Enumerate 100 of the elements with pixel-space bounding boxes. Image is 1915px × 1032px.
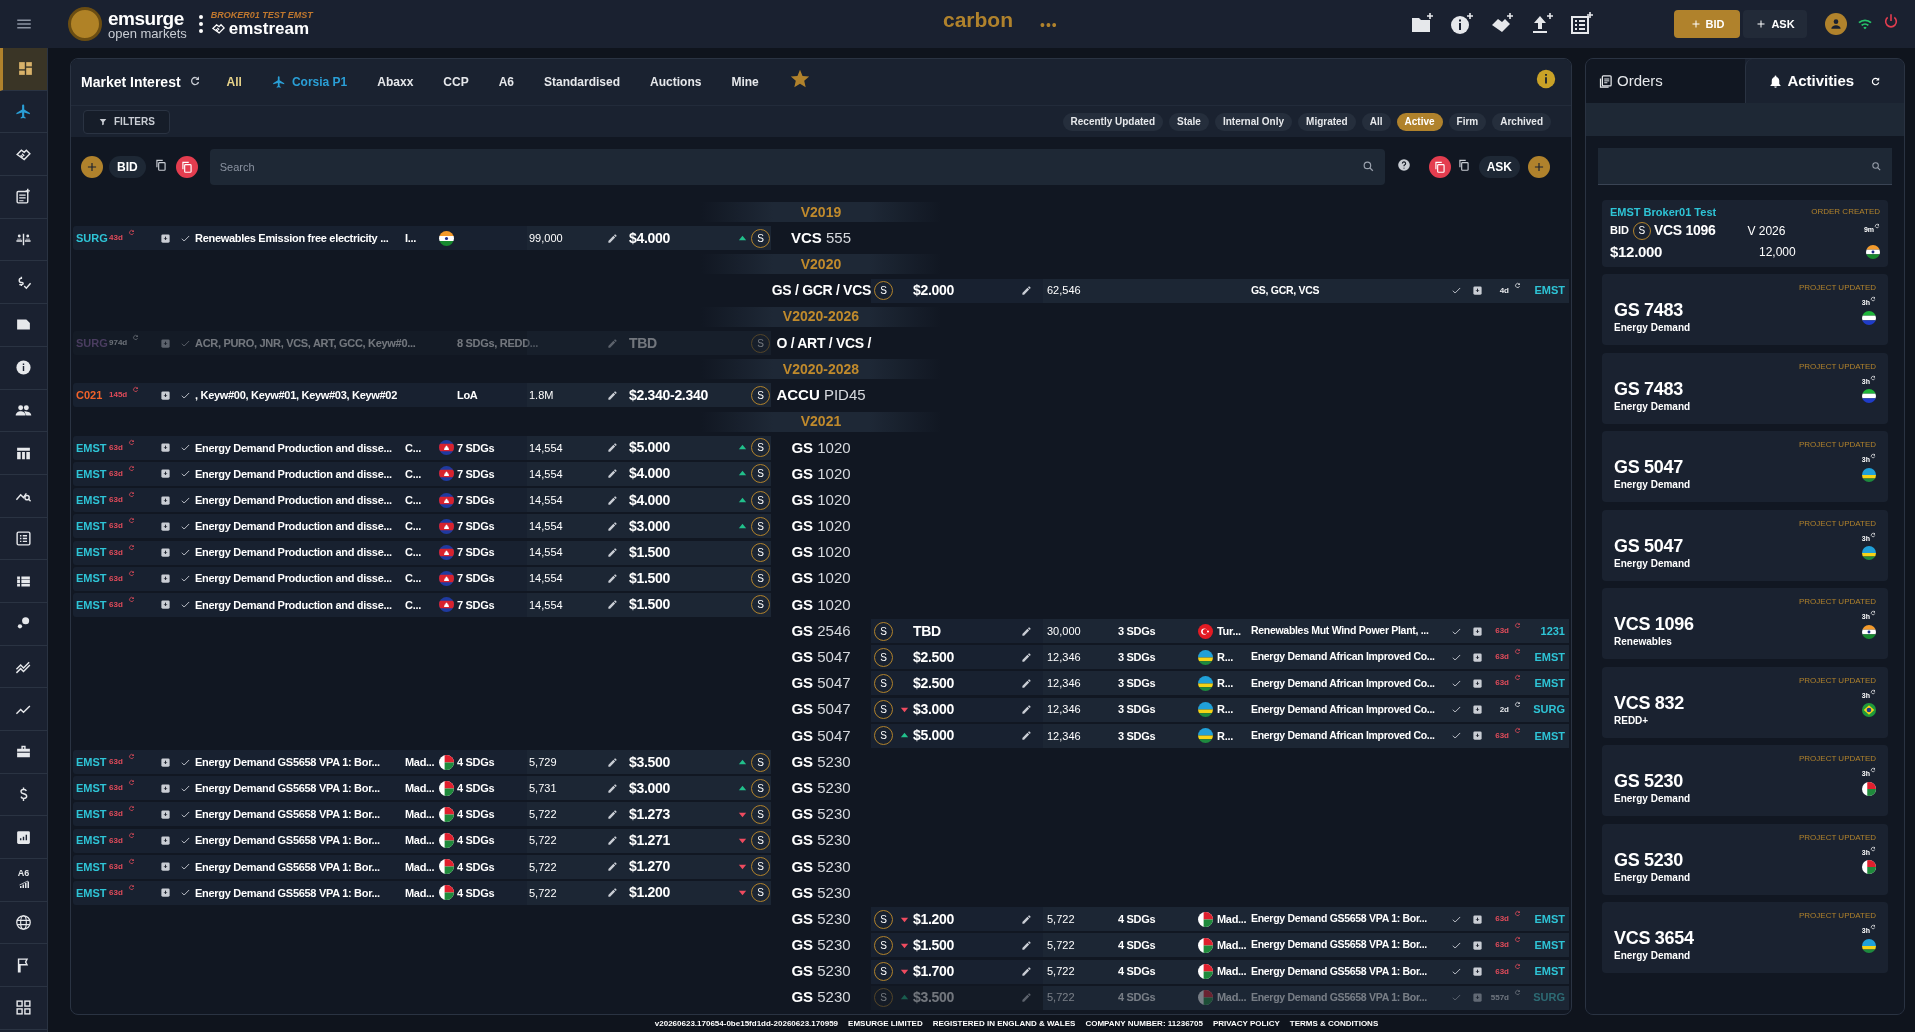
copy-icon[interactable]	[153, 158, 168, 172]
country-name: C...	[405, 467, 421, 480]
filter-chip[interactable]: Internal Only	[1214, 112, 1293, 131]
ask-order-row[interactable]: S $1.500 5,722 4 SDGs Mad... Energy Demand GS5658 VPA 1: Bor... 63d EMST	[871, 933, 1569, 958]
power-icon[interactable]	[1883, 13, 1899, 29]
footer-text: EMSURGE LIMITED	[848, 1017, 923, 1030]
ask-order-row[interactable]: S $5.000 12,346 3 SDGs R... Energy Demand African Improved Co... 63d EMST	[871, 723, 1569, 748]
filters-button[interactable]: FILTERS	[83, 109, 170, 134]
list-icon[interactable]	[1570, 12, 1594, 36]
plus-icon	[1755, 18, 1768, 30]
footer-text: COMPANY NUMBER: 11236705	[1085, 1017, 1203, 1030]
info-icon[interactable]	[1535, 67, 1557, 90]
bid-side-button[interactable]: BID	[109, 156, 146, 178]
broker-code: SURG	[1533, 991, 1565, 1004]
tab[interactable]: Standardised	[540, 68, 625, 96]
bid-order-row[interactable]: EMST 63d Energy Demand Production and disse... C... 7 SDGs 14,554 $5.000 S	[73, 435, 771, 460]
event-label: PROJECT UPDATED	[1798, 282, 1876, 294]
event-label: PROJECT UPDATED	[1798, 360, 1876, 373]
sdg-label: 4 SDGs	[1118, 912, 1156, 925]
bid-order-row[interactable]: EMST 63d Energy Demand GS5658 VPA 1: Bor... Mad... 4 SDGs 5,729 $3.500 S	[73, 750, 771, 775]
project-code: GS 1020	[791, 594, 851, 615]
upload-icon[interactable]	[1530, 12, 1554, 36]
country-name: Mad...	[405, 781, 435, 794]
panel-tab[interactable]: Activities	[1744, 59, 1904, 103]
more-button[interactable]: •••	[1040, 18, 1058, 32]
ask-order-row[interactable]: S $2.000 62,546 GS, GCR, VCS 4d EMST	[871, 278, 1569, 303]
event-label: PROJECT UPDATED	[1798, 517, 1876, 530]
country-name: C...	[405, 520, 421, 533]
bid-order-row[interactable]: EMST 63d Energy Demand Production and disse... C... 7 SDGs 14,554 $4.000 S	[73, 461, 771, 486]
footer-link[interactable]: TERMS & CONDITIONS	[1289, 1017, 1379, 1030]
bid-order-row[interactable]: EMST 63d Energy Demand GS5658 VPA 1: Bor... Mad... 4 SDGs 5,722 $1.271 S	[73, 828, 771, 853]
filter-chip[interactable]: Migrated	[1298, 112, 1356, 131]
ask-order-row[interactable]: S $1.200 5,722 4 SDGs Mad... Energy Demand GS5658 VPA 1: Bor... 63d EMST	[871, 907, 1569, 932]
broker-code: EMST	[76, 755, 107, 768]
pencil-icon	[607, 599, 618, 611]
copy-asks-button[interactable]	[1428, 156, 1451, 178]
search-field[interactable]: Search	[209, 149, 1385, 185]
sdg-label: 4 SDGs	[457, 781, 495, 794]
event-label: PROJECT UPDATED	[1798, 831, 1876, 844]
ask-order-row[interactable]: S $2.500 12,346 3 SDGs R... Energy Demand African Improved Co... 63d EMST	[871, 645, 1569, 670]
sdg-label: 3 SDGs	[1118, 677, 1156, 690]
bid-order-row[interactable]: SURG 43d Renewables Emission free electricity ... I... 99,000 $4.000 S	[73, 226, 771, 251]
project-code: GS 7483	[1614, 300, 1684, 320]
bid-order-row[interactable]: EMST 63d Energy Demand GS5658 VPA 1: Bor... Mad... 4 SDGs 5,731 $3.000 S	[73, 776, 771, 801]
avatar-button[interactable]	[1825, 13, 1847, 35]
bid-order-row[interactable]: EMST 63d Energy Demand Production and disse... C... 7 SDGs 14,554 $1.500 S	[73, 592, 771, 617]
bid-order-row[interactable]: EMST 63d Energy Demand GS5658 VPA 1: Bor... Mad... 4 SDGs 5,722 $1.200 S	[73, 880, 771, 905]
volume-value: 12,000	[1759, 244, 1796, 262]
sidebar-item[interactable]	[0, 48, 47, 91]
copy-icon	[1432, 160, 1447, 174]
tab[interactable]: Abaxx	[373, 68, 418, 96]
bid-order-row[interactable]: EMST 63d Energy Demand Production and disse... C... 7 SDGs 14,554 $4.000 S	[73, 488, 771, 513]
filter-chip[interactable]: Archived	[1492, 112, 1551, 131]
bid-order-row[interactable]: EMST 63d Energy Demand GS5658 VPA 1: Bor... Mad... 4 SDGs 5,722 $1.270 S	[73, 854, 771, 879]
footer-link[interactable]: PRIVACY POLICY	[1212, 1017, 1280, 1030]
price-value: $4.000	[629, 229, 671, 246]
ask-order-row[interactable]: S TBD 30,000 3 SDGs Tur... Renewables Mut Wind Power Plant, ... 63d 1231	[871, 619, 1569, 644]
copy-bids-button[interactable]	[175, 156, 198, 178]
project-code: VCS 555	[790, 228, 851, 249]
ask-button[interactable]: ASK	[1743, 10, 1807, 38]
bid-order-row[interactable]: EMST 63d Energy Demand Production and disse... C... 7 SDGs 14,554 $1.500 S	[73, 566, 771, 591]
bid-order-row[interactable]: EMST 63d Energy Demand Production and disse... C... 7 SDGs 14,554 $3.000 S	[73, 514, 771, 539]
copy-icon[interactable]	[1456, 158, 1471, 172]
order-age: 557d	[1490, 991, 1510, 1004]
project-code: GS 5230	[791, 751, 851, 772]
pencil-icon	[607, 232, 618, 244]
tab[interactable]: Corsia P1	[267, 68, 352, 96]
sdg-label: 3 SDGs	[1118, 703, 1156, 716]
filter-chip[interactable]: Recently Updated	[1062, 112, 1164, 131]
broker-code: EMST	[76, 886, 107, 899]
project-description: ACR, PURO, JNR, VCS, ART, GCC, Keyw#0...	[195, 336, 416, 349]
bid-order-row[interactable]: C021 145d , Keyw#00, Keyw#01, Keyw#03, Keyw#02 LoA 1.8M $2.340-2.340 S	[73, 383, 771, 408]
filter-chip[interactable]: All	[1361, 112, 1391, 131]
activity-search-field[interactable]	[1598, 148, 1892, 185]
sidebar-item[interactable]: A6	[0, 859, 47, 902]
bid-order-row[interactable]: EMST 63d Energy Demand Production and disse... C... 7 SDGs 14,554 $1.500 S	[73, 540, 771, 565]
volume-value: 5,722	[1047, 965, 1075, 978]
archive-icon	[160, 599, 171, 611]
help-icon[interactable]	[1396, 158, 1411, 172]
bid-order-row[interactable]: EMST 63d Energy Demand GS5658 VPA 1: Bor... Mad... 4 SDGs 5,722 $1.273 S	[73, 802, 771, 827]
filter-chip[interactable]: Stale	[1169, 112, 1209, 131]
broker-code: EMST	[1534, 284, 1565, 297]
ask-order-row[interactable]: S $3.000 12,346 3 SDGs R... Energy Demand African Improved Co... 2d SURG	[871, 697, 1569, 722]
add-ask-button[interactable]	[1528, 156, 1550, 178]
archive-icon	[1472, 704, 1483, 716]
filter-chip[interactable]: Firm	[1448, 112, 1487, 131]
price-value: $2.500	[913, 674, 955, 691]
tab[interactable]: CCP	[439, 68, 473, 96]
panel-tab[interactable]: Orders	[1586, 59, 1745, 103]
ask-order-row[interactable]: S $1.700 5,722 4 SDGs Mad... Energy Demand GS5658 VPA 1: Bor... 63d EMST	[871, 959, 1569, 984]
tab[interactable]: All	[222, 68, 246, 96]
ask-order-row[interactable]: S $2.500 12,346 3 SDGs R... Energy Demand African Improved Co... 63d EMST	[871, 671, 1569, 696]
tab[interactable]: Auctions	[646, 68, 706, 96]
brand-name: emsurge	[108, 8, 185, 28]
tab[interactable]: Mine	[727, 68, 763, 96]
project-description: Renewables Mut Wind Power Plant, ...	[1251, 624, 1429, 637]
add-bid-button[interactable]	[81, 156, 103, 178]
ask-side-button[interactable]: ASK	[1478, 156, 1520, 178]
tab[interactable]: A6	[494, 68, 518, 96]
info-icon[interactable]	[1450, 12, 1474, 36]
